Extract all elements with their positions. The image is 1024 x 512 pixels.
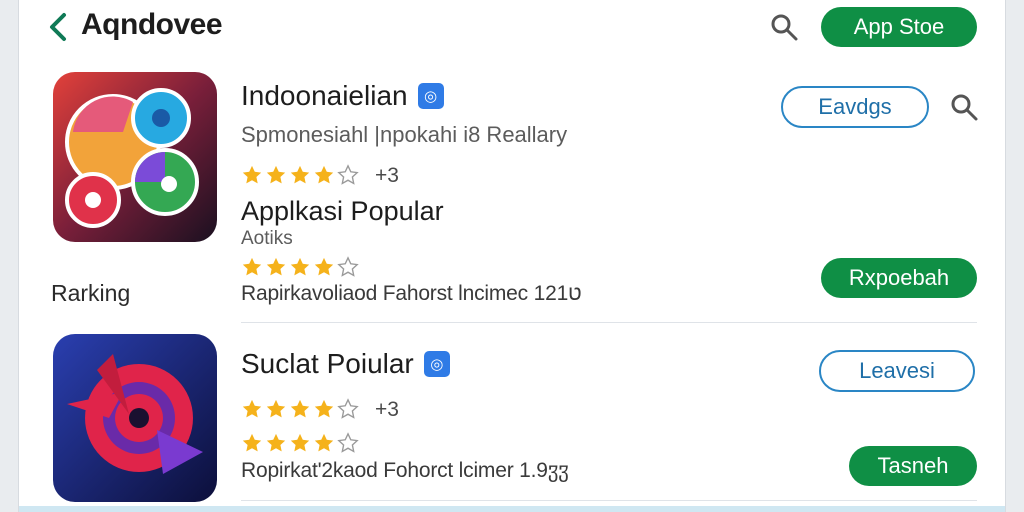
app-name-2-text: Suclat Poiular xyxy=(241,348,414,379)
app-icon-1[interactable] xyxy=(53,72,217,242)
row-divider xyxy=(241,500,977,501)
app-window: Aqndovee App Stoe Indoonaielian ◎ Spmone… xyxy=(18,0,1006,512)
star-icon xyxy=(290,257,310,276)
star-icon xyxy=(290,399,310,418)
rating-stars-section xyxy=(241,256,359,278)
star-icon xyxy=(242,433,262,452)
section-subtitle: Aotiks xyxy=(241,228,293,249)
verified-icon: ◎ xyxy=(423,351,450,377)
bottom-edge xyxy=(19,506,1005,512)
ranking-label: Rarking xyxy=(51,280,131,306)
app-name-2[interactable]: Suclat Poiular ◎ xyxy=(241,348,450,380)
app-meta-2: Ropirkat'2kaod Fohorct lcimer 1.9ჳჳ xyxy=(241,459,569,482)
outline-action-button-2[interactable]: Leavesi xyxy=(819,350,975,392)
star-icon xyxy=(314,433,334,452)
star-empty-icon xyxy=(337,164,359,185)
star-empty-icon xyxy=(337,256,359,277)
rating-count-1: +3 xyxy=(375,164,399,187)
app-icon-2[interactable] xyxy=(53,334,217,502)
star-empty-icon xyxy=(337,398,359,419)
verified-icon: ◎ xyxy=(417,83,444,109)
app-name-1[interactable]: Indoonaielian ◎ xyxy=(241,80,444,112)
star-icon xyxy=(314,257,334,276)
rating-stars-1 xyxy=(241,164,359,186)
search-icon xyxy=(951,94,978,121)
star-icon xyxy=(266,399,286,418)
app-subtitle-1: Spmonesiahl |npokahi i8 Reallary xyxy=(241,122,568,147)
star-icon xyxy=(266,433,286,452)
star-icon xyxy=(266,257,286,276)
star-empty-icon xyxy=(337,432,359,453)
app-store-button[interactable]: App Stoe xyxy=(821,7,977,47)
rating-count-2: +3 xyxy=(375,398,399,421)
section-heading: Applkasi Popular xyxy=(241,196,444,226)
app-name-1-text: Indoonaielian xyxy=(241,80,408,111)
row-divider xyxy=(241,322,977,323)
search-icon xyxy=(771,14,798,41)
star-icon xyxy=(314,399,334,418)
star-icon xyxy=(242,165,262,184)
back-chevron-icon xyxy=(50,13,66,41)
page-title: Aqndovee xyxy=(81,8,223,41)
star-icon xyxy=(314,165,334,184)
solid-action-button-2[interactable]: Tasneh xyxy=(849,446,977,486)
solid-action-button-1[interactable]: Rxpoebah xyxy=(821,258,977,298)
back-button[interactable] xyxy=(45,10,71,44)
rating-stars-2b xyxy=(241,432,359,454)
outline-action-button-1[interactable]: Eavdgs xyxy=(781,86,929,128)
star-icon xyxy=(290,433,310,452)
star-icon xyxy=(290,165,310,184)
star-icon xyxy=(266,165,286,184)
star-icon xyxy=(242,257,262,276)
row-search-button[interactable] xyxy=(947,90,981,124)
star-icon xyxy=(242,399,262,418)
top-bar: Aqndovee App Stoe xyxy=(19,0,1005,56)
app-meta-1: Rapirkavoliaod Fahorst lncimec 12ט1 xyxy=(241,282,582,305)
header-search-button[interactable] xyxy=(767,10,801,44)
rating-stars-2 xyxy=(241,398,359,420)
